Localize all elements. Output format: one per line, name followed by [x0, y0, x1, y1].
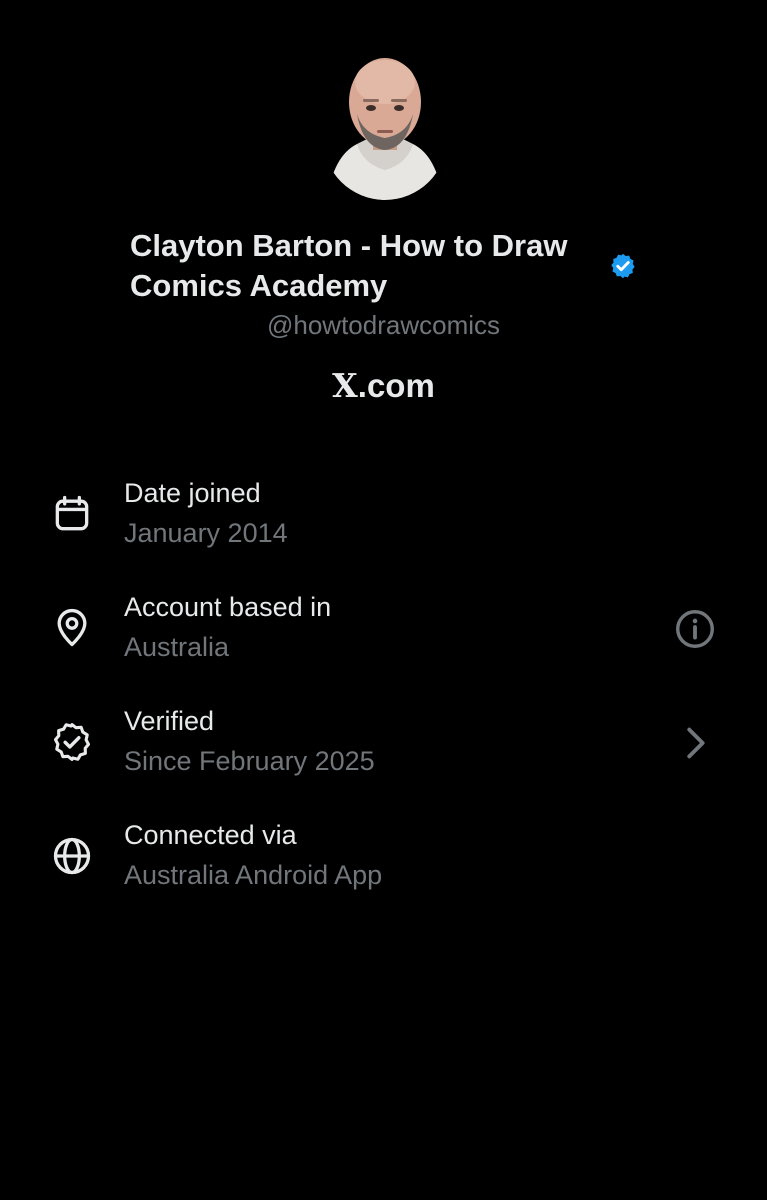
detail-value: Australia	[124, 632, 230, 662]
detail-value: January 2014	[124, 518, 288, 548]
location-pin-icon	[57, 608, 87, 647]
verified-check-icon	[53, 723, 91, 761]
detail-value: Australia Android App	[124, 860, 383, 890]
calendar-icon	[55, 495, 89, 531]
detail-row-verified[interactable]: Verified Since February 2025	[0, 696, 767, 792]
globe-icon	[53, 837, 91, 875]
detail-title: Connected via	[124, 820, 297, 850]
profile-avatar[interactable]	[323, 52, 447, 200]
info-icon[interactable]	[672, 606, 718, 652]
verified-badge-icon[interactable]	[609, 252, 637, 280]
profile-handle: @howtodrawcomics	[266, 310, 501, 340]
chevron-right-icon[interactable]	[672, 720, 718, 766]
site-label: X.com	[332, 366, 435, 405]
detail-row-account-based-in: Account based in Australia	[0, 582, 767, 678]
detail-row-connected-via: Connected via Australia Android App	[0, 810, 767, 906]
detail-title: Date joined	[124, 478, 261, 508]
detail-title: Account based in	[124, 592, 332, 622]
detail-title: Verified	[124, 706, 215, 736]
profile-display-name: Clayton Barton - How to Draw Comics Acad…	[130, 228, 568, 303]
detail-value: Since February 2025	[124, 746, 375, 776]
detail-row-date-joined: Date joined January 2014	[0, 468, 767, 564]
